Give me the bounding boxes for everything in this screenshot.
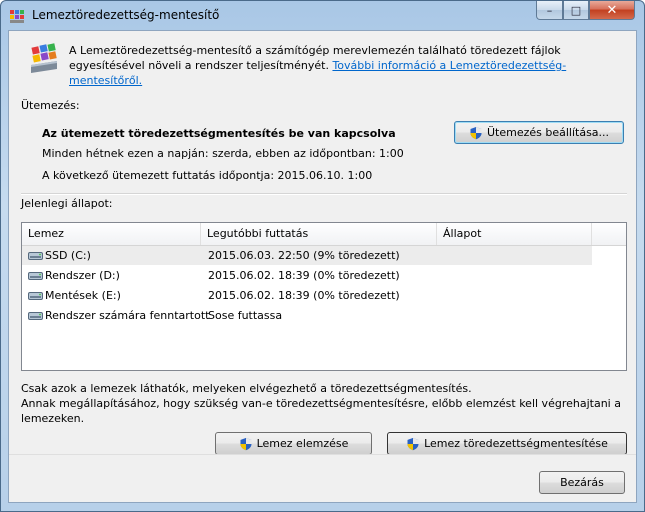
disk-list[interactable]: Lemez Legutóbbi futtatás Állapot SSD (C:… xyxy=(21,222,627,371)
uac-shield-icon xyxy=(407,437,419,450)
next-run-text: A következő ütemezett futtatás időpontja… xyxy=(42,169,373,182)
footer-note-line2: Annak megállapításához, hogy szükség van… xyxy=(21,397,621,425)
column-header-last-run[interactable]: Legutóbbi futtatás xyxy=(201,223,437,245)
disk-row[interactable]: Mentések (E:) 2015.06.02. 18:39 (0% töre… xyxy=(22,286,592,305)
hard-drive-icon xyxy=(28,292,43,300)
configure-schedule-label: Ütemezés beállítása... xyxy=(486,126,610,139)
intro-text: A Lemeztöredezettség-mentesítő a számító… xyxy=(69,43,629,88)
close-button-label: Bezárás xyxy=(560,476,604,489)
analyze-disk-button[interactable]: Lemez elemzése xyxy=(215,432,372,455)
footer-note-line1: Csak azok a lemezek láthatók, melyeken e… xyxy=(21,382,472,395)
disk-row[interactable]: Rendszer számára fenntartott Sose futtas… xyxy=(22,306,592,325)
disk-name: Mentések (E:) xyxy=(45,289,121,302)
footer-note: Csak azok a lemezek láthatók, melyeken e… xyxy=(21,381,621,426)
uac-shield-icon xyxy=(470,126,482,139)
disk-list-header: Lemez Legutóbbi futtatás Állapot xyxy=(22,223,626,246)
section-divider xyxy=(21,193,627,195)
disk-row[interactable]: SSD (C:) 2015.06.03. 22:50 (9% töredezet… xyxy=(22,246,592,265)
disk-name: Rendszer számára fenntartott xyxy=(45,309,210,322)
disk-name: Rendszer (D:) xyxy=(45,269,120,282)
uac-shield-icon xyxy=(240,437,252,450)
hard-drive-icon xyxy=(28,272,43,280)
column-header-status[interactable]: Állapot xyxy=(437,223,592,245)
schedule-frequency: Minden hétnek ezen a napján: szerda, ebb… xyxy=(42,147,404,160)
analyze-disk-label: Lemez elemzése xyxy=(256,437,349,450)
defragmenter-icon xyxy=(31,43,57,73)
close-window-button[interactable]: ✕ xyxy=(589,1,635,20)
schedule-section-label: Ütemezés: xyxy=(21,99,80,112)
disk-row[interactable]: Rendszer (D:) 2015.06.02. 18:39 (0% töre… xyxy=(22,266,592,285)
configure-schedule-button[interactable]: Ütemezés beállítása... xyxy=(454,121,624,144)
current-status-label: Jelenlegi állapot: xyxy=(21,197,113,210)
window-title: Lemeztöredezettség-mentesítő xyxy=(32,8,220,22)
close-button[interactable]: Bezárás xyxy=(539,471,625,494)
column-header-disk[interactable]: Lemez xyxy=(22,223,201,245)
defragmenter-app-icon xyxy=(10,10,24,23)
app-window: Lemeztöredezettség-mentesítő – □ ✕ A Lem… xyxy=(0,0,645,512)
disk-last-run: 2015.06.02. 18:39 (0% töredezett) xyxy=(208,289,400,302)
defragment-disk-label: Lemez töredezettségmentesítése xyxy=(424,437,608,450)
hard-drive-icon xyxy=(28,312,43,320)
ssd-drive-icon xyxy=(28,252,43,260)
disk-last-run: Sose futtassa xyxy=(208,309,283,322)
dialog-client-area: A Lemeztöredezettség-mentesítő a számító… xyxy=(8,30,637,503)
disk-last-run: 2015.06.03. 22:50 (9% töredezett) xyxy=(208,249,400,262)
minimize-button[interactable]: – xyxy=(536,1,563,20)
schedule-status: Az ütemezett töredezettségmentesítés be … xyxy=(42,127,396,140)
maximize-button[interactable]: □ xyxy=(563,1,589,20)
defragment-disk-button[interactable]: Lemez töredezettségmentesítése xyxy=(387,432,627,455)
disk-name: SSD (C:) xyxy=(45,249,91,262)
disk-last-run: 2015.06.02. 18:39 (0% töredezett) xyxy=(208,269,400,282)
title-bar[interactable]: Lemeztöredezettség-mentesítő – □ ✕ xyxy=(1,1,644,31)
